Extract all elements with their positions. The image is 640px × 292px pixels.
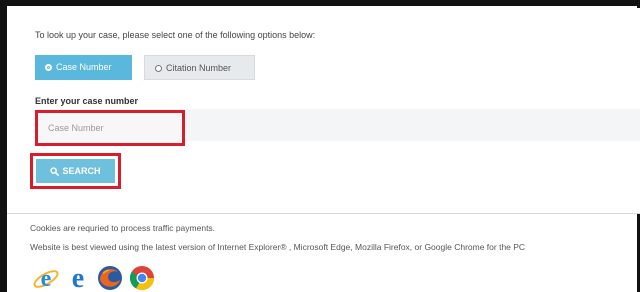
search-button[interactable]: SEARCH — [36, 159, 115, 183]
option-case-number-label: Case Number — [56, 62, 112, 72]
edge-icon[interactable]: e — [64, 264, 92, 292]
intro-text: To look up your case, please select one … — [35, 30, 316, 40]
browser-icons: e e — [32, 264, 156, 292]
cookies-note: Cookies are requried to process traffic … — [30, 223, 216, 233]
option-citation-number[interactable]: Citation Number — [144, 55, 255, 80]
firefox-icon[interactable] — [96, 264, 124, 292]
section-divider — [7, 213, 640, 214]
browser-note: Website is best viewed using the latest … — [30, 242, 526, 252]
search-icon — [50, 166, 60, 176]
radio-selected-icon — [45, 64, 52, 71]
option-case-number[interactable]: Case Number — [35, 55, 132, 80]
window-frame-left — [0, 0, 7, 292]
search-button-label: SEARCH — [62, 166, 101, 176]
svg-text:e: e — [72, 264, 84, 292]
radio-unselected-icon — [155, 65, 162, 72]
window-frame-top — [0, 0, 640, 6]
internet-explorer-icon[interactable]: e — [32, 264, 60, 292]
case-number-input[interactable] — [35, 110, 185, 146]
case-number-field-label: Enter your case number — [35, 96, 139, 106]
option-citation-number-label: Citation Number — [166, 63, 232, 73]
chrome-icon[interactable] — [128, 264, 156, 292]
svg-text:e: e — [41, 266, 52, 292]
search-button-highlight: SEARCH — [30, 153, 121, 189]
